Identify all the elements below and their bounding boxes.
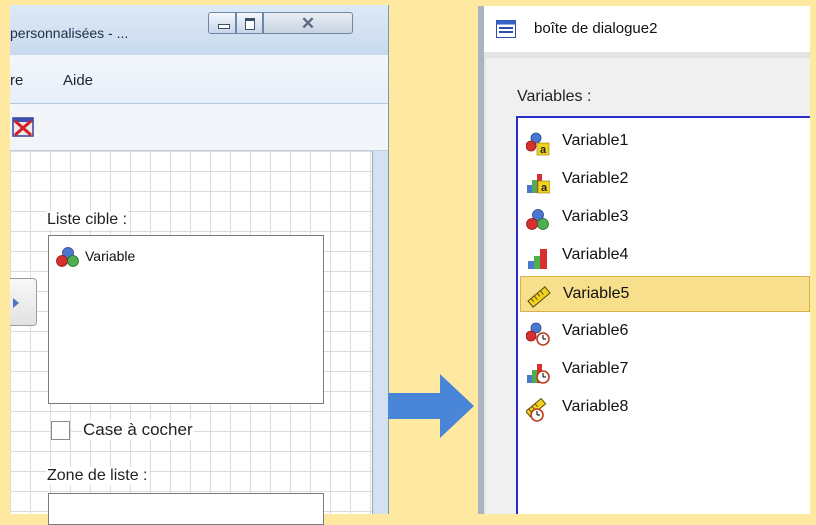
ordinal-icon <box>528 249 547 269</box>
listbox[interactable] <box>48 493 324 525</box>
close-button[interactable]: ✕ <box>263 12 353 34</box>
nominal-date-icon <box>526 322 550 346</box>
dialog-body: Variables : a Variable1 a Variable2 Vari… <box>486 58 810 514</box>
variable-item-selected[interactable]: Variable5 <box>520 276 810 312</box>
variable-label: Variable8 <box>562 398 629 415</box>
variable-item[interactable]: Variable8 <box>520 390 810 426</box>
variable-label: Variable7 <box>562 360 629 377</box>
scale-icon <box>527 286 551 308</box>
variable-label: Variable2 <box>562 170 629 187</box>
variable-label: Variable5 <box>563 285 630 302</box>
variable-label: Variable6 <box>562 322 629 339</box>
variable-label: Variable1 <box>562 132 629 149</box>
ordinal-string-icon: a <box>527 174 550 194</box>
delete-icon[interactable] <box>12 117 34 137</box>
dialog-icon <box>496 20 516 38</box>
variables-label: Variables : <box>517 88 592 105</box>
variable-label: Variable3 <box>562 208 629 225</box>
custom-dialog-builder-window: personnalisées - ... ✕ re Aide Liste cib… <box>10 5 389 525</box>
checkbox-label: Case à cocher <box>82 420 194 440</box>
svg-text:a: a <box>541 182 548 194</box>
minimize-button[interactable] <box>208 12 236 34</box>
toolbar <box>10 104 388 151</box>
right-arrow-icon <box>388 374 474 438</box>
menu-help[interactable]: Aide <box>63 72 93 89</box>
variable-item[interactable]: Variable7 <box>520 352 810 388</box>
nominal-variable-icon <box>56 247 79 267</box>
window-title: boîte de dialogue2 <box>534 20 658 37</box>
listbox-label: Zone de liste : <box>46 467 149 485</box>
menu-window[interactable]: re <box>10 72 23 89</box>
design-canvas: Liste cible : Variable Case à cocher Zon… <box>10 151 373 525</box>
close-icon: ✕ <box>300 14 316 33</box>
variable-label: Variable4 <box>562 246 629 263</box>
title-bar: personnalisées - ... ✕ <box>10 5 388 55</box>
variable-list[interactable]: a Variable1 a Variable2 Variable3 Variab… <box>516 116 810 514</box>
window-title: personnalisées - ... <box>10 25 129 41</box>
ordinal-date-icon <box>527 364 550 384</box>
variable-item[interactable]: Variable4 <box>520 238 810 274</box>
dialog-preview-window: boîte de dialogue2 Variables : a Variabl… <box>478 6 810 514</box>
title-bar: boîte de dialogue2 <box>484 6 810 52</box>
variable-item[interactable]: a Variable2 <box>520 162 810 198</box>
variable-item[interactable]: a Variable1 <box>520 124 810 160</box>
variable-item[interactable]: Variable6 <box>520 314 810 350</box>
maximize-button[interactable] <box>236 12 263 34</box>
checkbox[interactable] <box>51 421 70 440</box>
target-list[interactable]: Variable <box>48 235 324 404</box>
scale-date-icon <box>526 398 547 422</box>
move-to-target-button[interactable] <box>10 278 37 326</box>
svg-text:a: a <box>540 144 547 156</box>
nominal-string-icon: a <box>526 132 550 156</box>
list-item-label: Variable <box>85 248 136 264</box>
nominal-icon <box>526 209 549 230</box>
menu-bar: re Aide <box>10 55 388 104</box>
target-list-label: Liste cible : <box>46 211 129 229</box>
variable-item[interactable]: Variable3 <box>520 200 810 236</box>
